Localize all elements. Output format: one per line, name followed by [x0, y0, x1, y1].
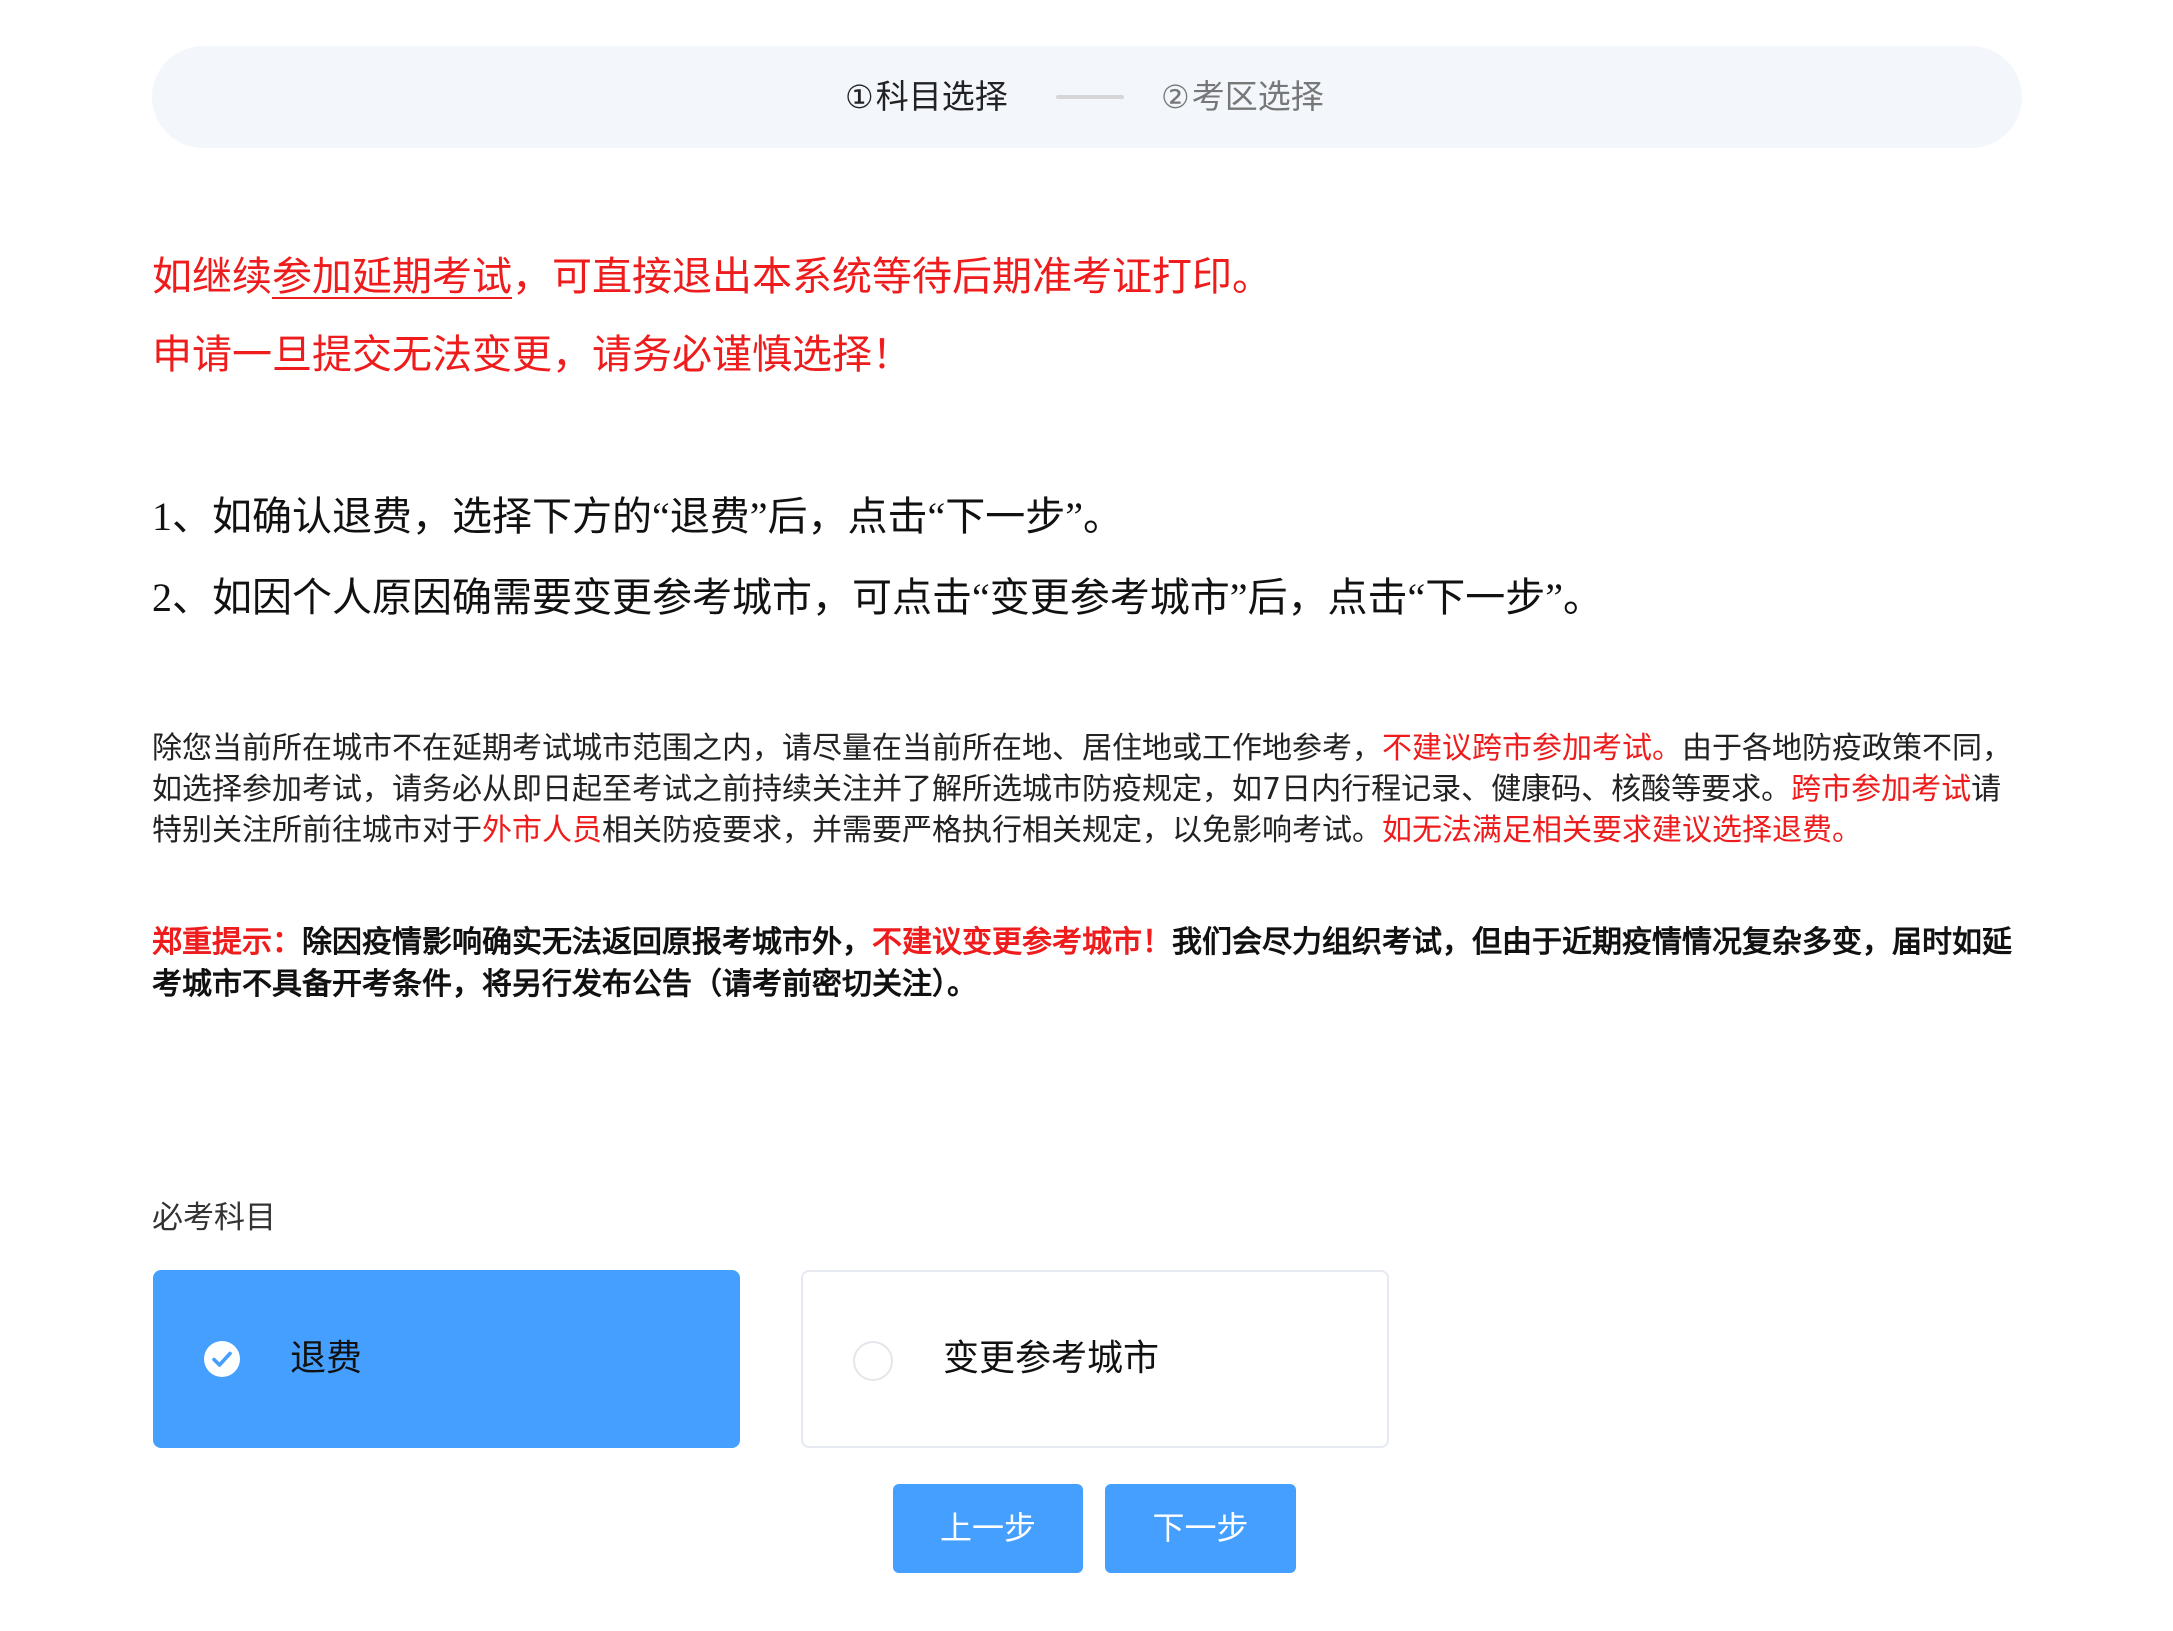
warning-label: 郑重提示： — [152, 925, 302, 960]
para-part-1: 除您当前所在城市不在延期考试城市范围之内，请尽量在当前所在地、居住地或工作地参考… — [152, 731, 1382, 766]
step-subject-selection: ①科目选择 — [845, 46, 1008, 148]
epidemic-policy-paragraph: 除您当前所在城市不在延期考试城市范围之内，请尽量在当前所在地、居住地或工作地参考… — [152, 728, 2024, 851]
check-circle-icon — [204, 1341, 240, 1377]
option-refund[interactable]: 退费 — [153, 1270, 740, 1448]
warning-part-2: 不建议变更参考城市！ — [872, 925, 1172, 960]
option-change-city-label: 变更参考城市 — [943, 1338, 1160, 1379]
notice-1-suffix: ，可直接退出本系统等待后期准考证打印。 — [512, 254, 1272, 299]
stepper: ①科目选择 ②考区选择 — [152, 46, 2022, 148]
step-2-number: ② — [1161, 78, 1190, 116]
notice-continue-exam: 如继续参加延期考试，可直接退出本系统等待后期准考证打印。 — [152, 244, 1272, 302]
previous-step-button[interactable]: 上一步 — [893, 1484, 1083, 1573]
notice-1-prefix: 如继续 — [152, 254, 272, 299]
instruction-change-city: 2、如因个人原因确需要变更参考城市，可点击“变更参考城市”后，点击“下一步”。 — [152, 575, 1604, 620]
para-part-8: 如无法满足相关要求建议选择退费。 — [1382, 813, 1862, 848]
required-subject-label: 必考科目 — [152, 1200, 276, 1236]
warning-part-1: 除因疫情影响确实无法返回原报考城市外， — [302, 925, 872, 960]
radio-empty-icon — [853, 1341, 893, 1381]
step-connector — [1056, 95, 1124, 99]
step-2-label: 考区选择 — [1191, 77, 1324, 116]
step-exam-area-selection: ②考区选择 — [1161, 46, 1324, 148]
para-part-2: 不建议跨市参加考试。 — [1382, 731, 1682, 766]
para-part-4: 跨市参加考试 — [1791, 772, 1972, 807]
option-change-city[interactable]: 变更参考城市 — [801, 1270, 1389, 1448]
step-1-label: 科目选择 — [875, 77, 1008, 116]
instruction-refund: 1、如确认退费，选择下方的“退费”后，点击“下一步”。 — [152, 494, 1124, 539]
para-part-6: 外市人员 — [482, 813, 602, 848]
next-step-button[interactable]: 下一步 — [1105, 1484, 1296, 1573]
step-1-number: ① — [845, 78, 874, 116]
notice-irrevocable: 申请一旦提交无法变更，请务必谨慎选择！ — [152, 332, 912, 377]
important-warning: 郑重提示：除因疫情影响确实无法返回原报考城市外，不建议变更参考城市！我们会尽力组… — [152, 922, 2024, 1006]
para-part-7: 相关防疫要求，并需要严格执行相关规定，以免影响考试。 — [602, 813, 1382, 848]
postponed-exam-link[interactable]: 参加延期考试 — [272, 254, 512, 299]
option-refund-label: 退费 — [290, 1338, 363, 1379]
